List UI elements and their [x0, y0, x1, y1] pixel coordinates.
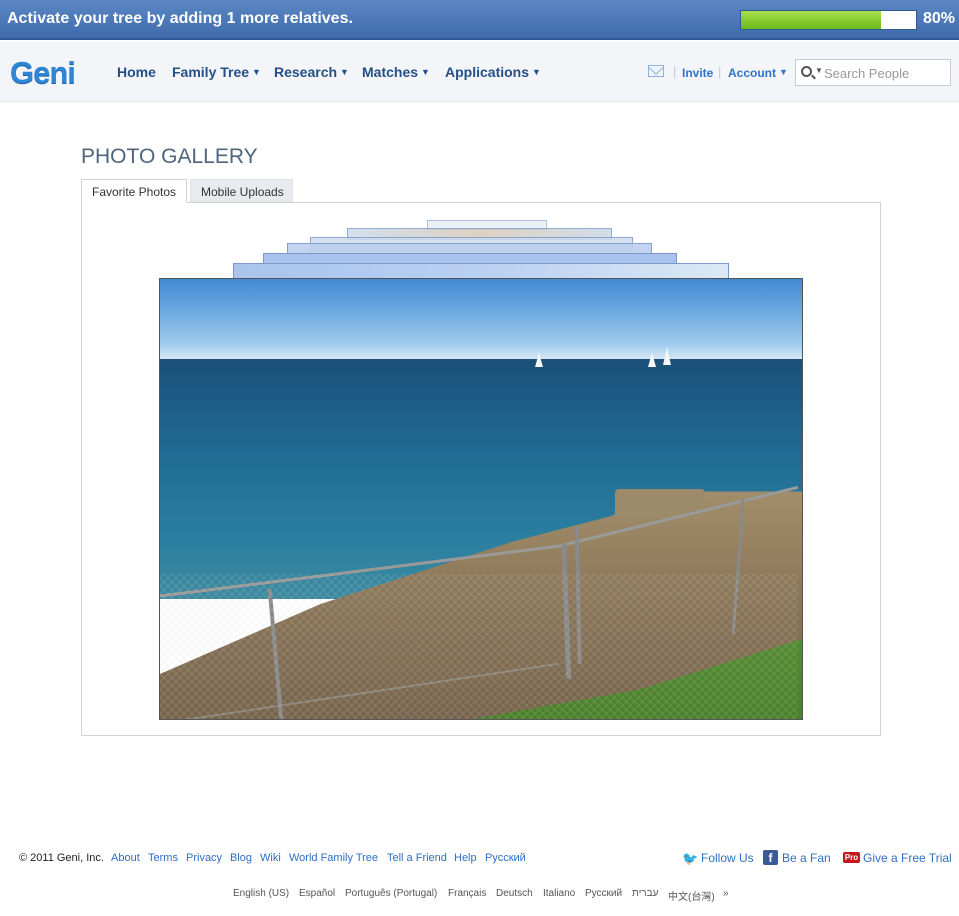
nav-family-tree[interactable]: Family Tree ▼ [172, 64, 261, 80]
photo-gallery [81, 202, 881, 736]
chevron-down-icon: ▼ [252, 67, 261, 77]
page-title: PHOTO GALLERY [81, 145, 258, 168]
more-languages[interactable]: » [723, 888, 729, 899]
geni-logo[interactable]: Geni [10, 55, 76, 91]
tab-mobile-uploads[interactable]: Mobile Uploads [190, 179, 293, 202]
progress-percent: 80% [923, 10, 956, 27]
footer-link-help[interactable]: Help [454, 852, 477, 864]
lang-french[interactable]: Français [448, 888, 486, 899]
progress-fill [741, 11, 881, 29]
footer-link-russian[interactable]: Русский [485, 852, 526, 864]
pro-badge-icon[interactable]: Pro [843, 852, 860, 863]
lang-english[interactable]: English (US) [233, 888, 289, 899]
featured-photo[interactable] [159, 278, 803, 720]
divider: | [718, 64, 722, 79]
search-icon[interactable] [801, 66, 812, 77]
twitter-icon[interactable]: 🐦 [682, 851, 698, 866]
lang-italian[interactable]: Italiano [543, 888, 575, 899]
lang-chinese[interactable]: 中文(台灣) [668, 888, 715, 903]
activation-banner: Activate your tree by adding 1 more rela… [0, 0, 959, 40]
chevron-down-icon: ▼ [340, 67, 349, 77]
follow-us-link[interactable]: Follow Us [701, 851, 754, 865]
chevron-down-icon: ▼ [421, 67, 430, 77]
sailboat [535, 353, 543, 367]
footer-link-privacy[interactable]: Privacy [186, 852, 222, 864]
tab-favorite-photos[interactable]: Favorite Photos [81, 179, 187, 203]
mail-icon[interactable] [648, 65, 664, 77]
footer-link-terms[interactable]: Terms [148, 852, 178, 864]
main-nav: Geni Home Family Tree ▼ Research ▼ Matches… [0, 42, 959, 102]
nav-research[interactable]: Research ▼ [274, 64, 349, 80]
footer-link-blog[interactable]: Blog [230, 852, 252, 864]
sailboat [663, 347, 671, 365]
lang-hebrew[interactable]: עברית [632, 888, 658, 899]
footer-link-about[interactable]: About [111, 852, 140, 864]
photo-sky [160, 279, 802, 359]
footer-link-tell-a-friend[interactable]: Tell a Friend [387, 852, 447, 864]
nav-family-tree-label: Family Tree [172, 64, 250, 80]
search-input[interactable] [824, 63, 948, 83]
photo-fence [160, 485, 799, 719]
nav-research-label: Research [274, 64, 338, 80]
activation-message: Activate your tree by adding 1 more rela… [7, 10, 353, 27]
be-a-fan-link[interactable]: Be a Fan [782, 851, 831, 865]
nav-matches[interactable]: Matches ▼ [362, 64, 430, 80]
chevron-down-icon: ▼ [779, 67, 788, 77]
facebook-icon[interactable]: f [763, 850, 778, 865]
lang-portuguese[interactable]: Português (Portugal) [345, 888, 437, 899]
tree-progress-bar [740, 10, 917, 30]
account-label: Account [728, 66, 776, 80]
lang-spanish[interactable]: Español [299, 888, 335, 899]
copyright: © 2011 Geni, Inc. [19, 852, 104, 864]
footer-link-wiki[interactable]: Wiki [260, 852, 281, 864]
lang-german[interactable]: Deutsch [496, 888, 533, 899]
nav-home-label: Home [117, 64, 156, 80]
account-menu[interactable]: Account ▼ [728, 66, 788, 80]
stacked-photo[interactable] [233, 263, 729, 279]
invite-link[interactable]: Invite [682, 66, 713, 80]
nav-applications-label: Applications [445, 64, 530, 80]
sailboat [648, 353, 656, 367]
nav-matches-label: Matches [362, 64, 419, 80]
lang-russian[interactable]: Русский [585, 888, 622, 899]
nav-applications[interactable]: Applications ▼ [445, 64, 541, 80]
divider: | [673, 64, 677, 79]
nav-home[interactable]: Home [117, 64, 156, 80]
chevron-down-icon[interactable]: ▼ [815, 66, 823, 75]
chevron-down-icon: ▼ [532, 67, 541, 77]
search-box[interactable]: ▼ [795, 59, 951, 86]
free-trial-link[interactable]: Give a Free Trial [863, 851, 952, 865]
footer-link-world-family-tree[interactable]: World Family Tree [289, 852, 378, 864]
